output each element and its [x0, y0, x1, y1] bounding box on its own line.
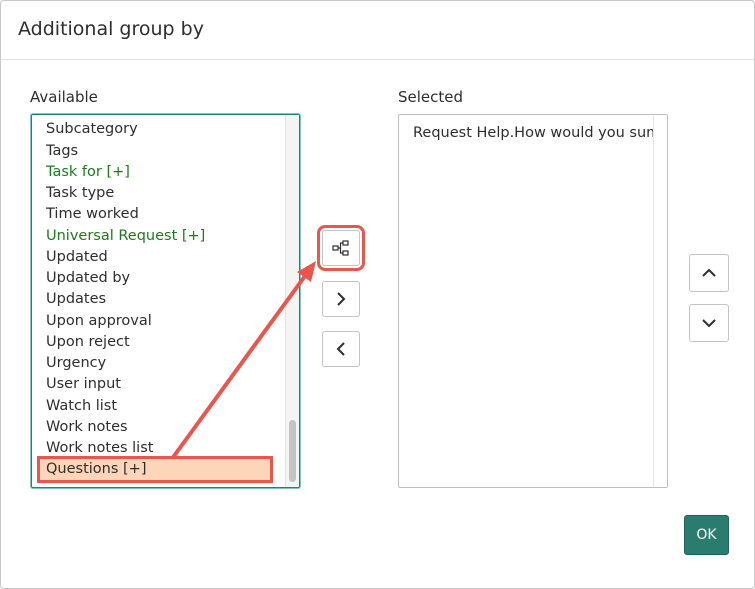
- selected-item[interactable]: Request Help.How would you summ: [413, 125, 653, 141]
- selected-scrollbar[interactable]: [653, 115, 667, 487]
- dot-walk-button[interactable]: [317, 225, 365, 271]
- add-button[interactable]: [322, 281, 360, 317]
- available-label: Available: [30, 88, 98, 106]
- list-item-upon-approval[interactable]: Upon approval: [46, 311, 152, 332]
- ok-button[interactable]: OK: [684, 515, 729, 555]
- selected-list[interactable]: Request Help.How would you summ: [398, 114, 668, 488]
- move-down-button[interactable]: [689, 304, 729, 342]
- list-item-questions[interactable]: Questions [+]: [37, 456, 273, 483]
- additional-group-by-dialog: Additional group by Available Selected S…: [0, 0, 755, 589]
- list-item-subcategory[interactable]: Subcategory: [46, 119, 138, 140]
- list-item-updates[interactable]: Updates: [46, 289, 106, 310]
- available-scrollbar[interactable]: [285, 115, 299, 487]
- list-item-tags[interactable]: Tags: [46, 141, 78, 162]
- available-scrollbar-thumb[interactable]: [289, 420, 296, 482]
- list-item-task-for[interactable]: Task for [+]: [46, 162, 130, 183]
- chevron-up-icon: [702, 268, 716, 277]
- list-item-user-input[interactable]: User input: [46, 374, 121, 395]
- dot-walk-icon: [332, 240, 349, 256]
- list-item-urgency[interactable]: Urgency: [46, 353, 106, 374]
- list-item-updated-by[interactable]: Updated by: [46, 268, 130, 289]
- dialog-title: Additional group by: [18, 18, 204, 40]
- list-item-updated[interactable]: Updated: [46, 247, 108, 268]
- list-item-upon-reject[interactable]: Upon reject: [46, 332, 130, 353]
- remove-button[interactable]: [322, 331, 360, 367]
- list-item-work-notes[interactable]: Work notes: [46, 417, 128, 438]
- list-item-universal-request[interactable]: Universal Request [+]: [46, 226, 205, 247]
- selected-label: Selected: [398, 88, 464, 106]
- list-item-task-type[interactable]: Task type: [46, 183, 114, 204]
- list-item-time-worked[interactable]: Time worked: [46, 204, 139, 225]
- available-list[interactable]: Subcategory Tags Task for [+] Task type …: [31, 114, 300, 488]
- chevron-down-icon: [702, 319, 716, 328]
- chevron-right-icon: [337, 292, 346, 306]
- chevron-left-icon: [336, 342, 345, 356]
- list-item-work-notes-list[interactable]: Work notes list: [46, 438, 153, 459]
- move-up-button[interactable]: [689, 254, 729, 292]
- dialog-header: Additional group by: [1, 1, 754, 60]
- list-item-watch-list[interactable]: Watch list: [46, 396, 117, 417]
